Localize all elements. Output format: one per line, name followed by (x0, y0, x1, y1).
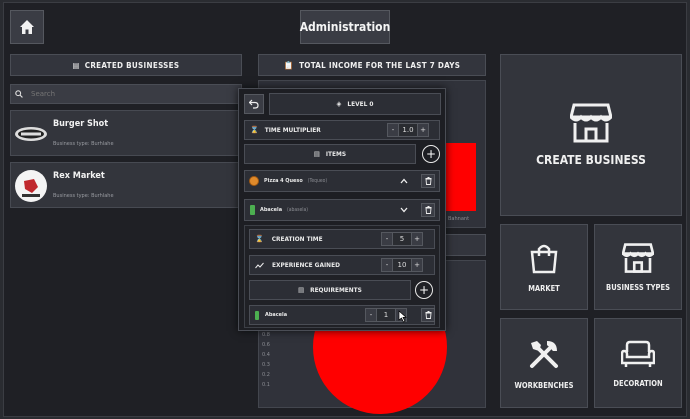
rex-market-logo (15, 170, 47, 202)
home-button[interactable] (10, 10, 44, 44)
workbenches-button[interactable]: WORKBENCHES (500, 318, 588, 408)
tools-icon (530, 340, 558, 368)
increment-button[interactable]: + (411, 258, 423, 272)
chevron-down-icon (400, 207, 408, 213)
page-title: Administration (300, 10, 390, 44)
axis-tick: 0.6 (262, 342, 270, 348)
search-input[interactable] (31, 90, 211, 98)
create-business-label: CREATE BUSINESS (536, 153, 646, 167)
list-icon: ▤ (298, 286, 305, 294)
increment-button[interactable]: + (411, 232, 423, 246)
hourglass-icon: ⌛ (255, 235, 264, 243)
stepper-value[interactable]: 5 (393, 232, 411, 246)
income-bar-legend: Bahnant (448, 216, 470, 222)
level-editor-popup: ◈ LEVEL 0 ⌛ TIME MULTIPLIER - 1.0 + ▤ IT… (238, 88, 446, 331)
business-type: Business type: Burhlahe (53, 193, 114, 199)
delete-item-button[interactable] (421, 174, 435, 188)
decrement-button[interactable]: - (387, 123, 399, 137)
business-name: Burger Shot (53, 119, 109, 129)
requirements-header: ▤ REQUIREMENTS (249, 280, 411, 300)
increment-button[interactable]: + (417, 123, 429, 137)
stepper-value[interactable]: 10 (393, 258, 411, 272)
decrement-button[interactable]: - (381, 258, 393, 272)
burger-shot-logo (15, 127, 47, 141)
search-bar[interactable] (10, 84, 242, 104)
items-header: ▤ ITEMS (244, 144, 416, 164)
decoration-label: DECORATION (613, 378, 663, 388)
chevron-up-icon (400, 178, 408, 184)
decrement-button[interactable]: - (381, 232, 393, 246)
business-item-burger-shot[interactable]: Burger Shot Business type: Burhlahe (10, 110, 242, 156)
decrement-button[interactable]: - (365, 308, 377, 322)
business-type: Business type: Burhlahe (53, 141, 114, 147)
store-icon (570, 103, 612, 143)
created-businesses-header: ▤ CREATED BUSINESSES (10, 54, 242, 76)
sofa-icon (621, 340, 655, 367)
mouse-cursor (398, 310, 407, 323)
store-icon (622, 242, 654, 273)
create-business-button[interactable]: CREATE BUSINESS (500, 54, 682, 216)
add-item-button[interactable]: + (422, 145, 440, 163)
time-multiplier-stepper[interactable]: - 1.0 + (387, 123, 429, 137)
requirement-row: Abacela (249, 305, 435, 325)
creation-time-stepper[interactable]: - 5 + (381, 232, 423, 246)
undo-icon (249, 99, 259, 109)
table-icon: ▤ (72, 60, 80, 70)
home-icon (20, 20, 34, 34)
market-button[interactable]: MARKET (500, 224, 588, 310)
business-name: Rex Market (53, 171, 105, 181)
add-requirement-button[interactable]: + (415, 281, 433, 299)
layers-icon: ◈ (336, 100, 342, 108)
stepper-value[interactable]: 1 (377, 308, 395, 322)
market-label: MARKET (528, 283, 560, 293)
axis-tick: 0.4 (262, 352, 270, 358)
delete-requirement-button[interactable] (421, 308, 435, 322)
level-header: ◈ LEVEL 0 (269, 93, 441, 115)
search-icon (15, 90, 23, 98)
workbenches-label: WORKBENCHES (514, 380, 574, 390)
delete-item-button[interactable] (421, 203, 435, 217)
business-item-rex-market[interactable]: Rex Market Business type: Burhlahe (10, 162, 242, 208)
business-types-button[interactable]: BUSINESS TYPES (594, 224, 682, 310)
trash-icon (425, 177, 431, 185)
bottle-icon (255, 310, 259, 320)
trend-icon (255, 262, 264, 268)
axis-tick: 0.8 (262, 332, 270, 338)
back-button[interactable] (244, 94, 264, 114)
axis-tick: 0.2 (262, 372, 270, 378)
stepper-value[interactable]: 1.0 (399, 123, 417, 137)
collapse-button[interactable] (397, 174, 411, 188)
axis-tick: 0.1 (262, 382, 270, 388)
clipboard-icon: 📋 (283, 60, 295, 70)
axis-tick: 0.3 (262, 362, 270, 368)
decoration-button[interactable]: DECORATION (594, 318, 682, 408)
trash-icon (425, 206, 431, 214)
bottle-icon (250, 205, 255, 215)
hourglass-icon: ⌛ (250, 126, 259, 134)
experience-stepper[interactable]: - 10 + (381, 258, 423, 272)
trash-icon (425, 311, 431, 319)
shopping-bag-icon (530, 244, 558, 273)
expand-button[interactable] (397, 203, 411, 217)
total-income-header: 📋 TOTAL INCOME FOR THE LAST 7 DAYS (258, 54, 486, 76)
pizza-icon (249, 176, 259, 186)
list-icon: ▤ (313, 150, 320, 158)
pie-axis: 0.8 0.6 0.4 0.3 0.2 0.1 (262, 332, 270, 388)
business-types-label: BUSINESS TYPES (606, 282, 670, 292)
